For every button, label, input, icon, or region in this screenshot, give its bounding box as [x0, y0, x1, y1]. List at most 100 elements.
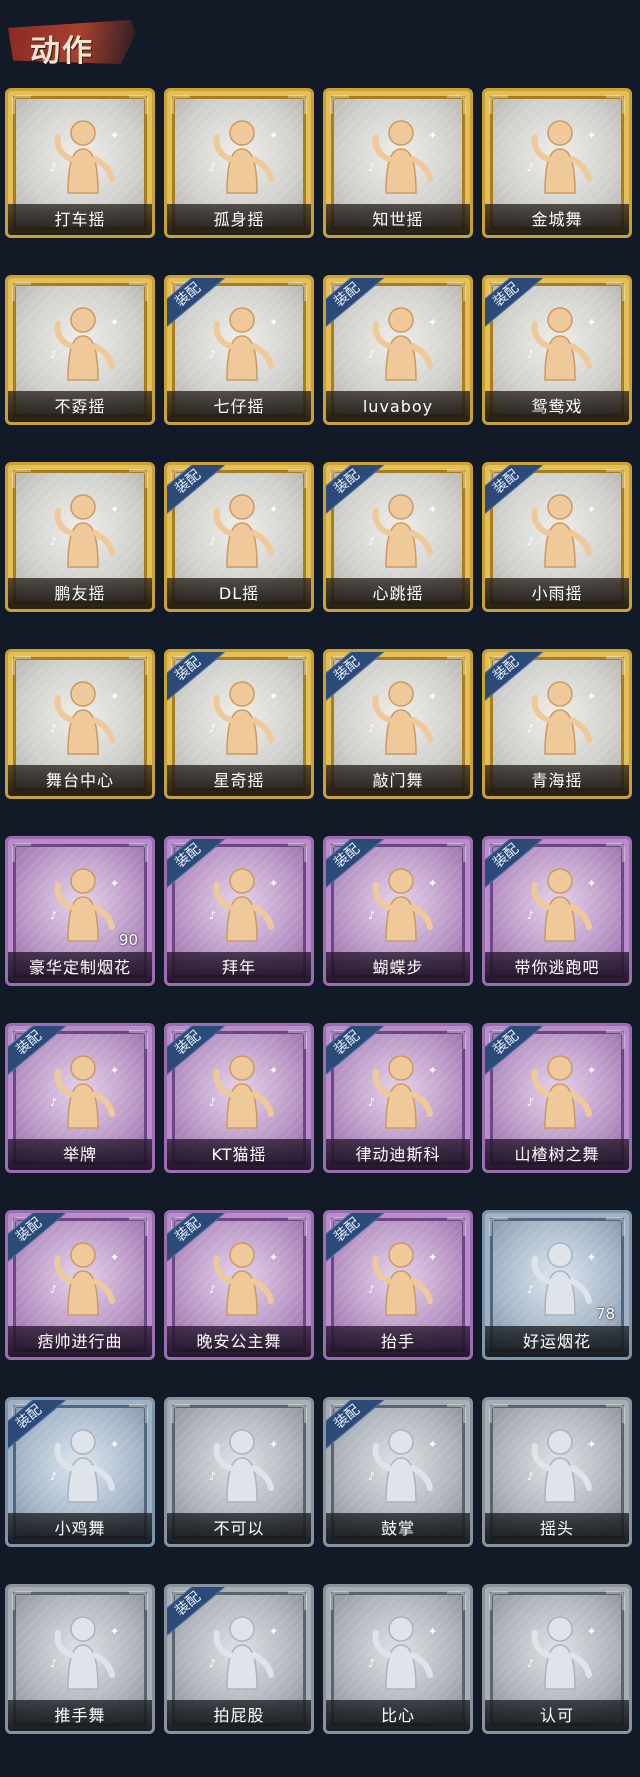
emote-label: 敲门舞: [326, 765, 470, 796]
emote-label: 带你逃跑吧: [485, 952, 629, 983]
frame-corner-ornament: [288, 1591, 307, 1610]
emote-card[interactable]: ♪ ✦ 装配 星奇摇: [164, 649, 314, 799]
emote-card[interactable]: ♪ ✦ 舞台中心: [5, 649, 155, 799]
emote-card[interactable]: ♪ ✦ 装配 山楂树之舞: [482, 1023, 632, 1173]
emote-card[interactable]: ♪ ✦ 装配 鼓掌: [323, 1397, 473, 1547]
svg-text:♪: ♪: [368, 1657, 375, 1670]
emote-card[interactable]: ♪ ✦ 金城舞: [482, 88, 632, 238]
emote-card[interactable]: ♪ ✦ 不可以: [164, 1397, 314, 1547]
raise-hand-icon: ♪ ✦: [356, 1231, 446, 1321]
frame-corner-ornament: [447, 1404, 466, 1423]
emote-card[interactable]: ♪ ✦ 装配 拜年: [164, 836, 314, 986]
frame-corner-ornament: [447, 1591, 466, 1610]
emote-card[interactable]: ♪ ✦ 装配 举牌: [5, 1023, 155, 1173]
emote-card[interactable]: ♪ ✦ 装配 青海摇: [482, 649, 632, 799]
dance-figure-icon: ♪ ✦: [38, 483, 128, 573]
emote-card[interactable]: ♪ ✦ 装配 敲门舞: [323, 649, 473, 799]
emote-card[interactable]: ♪ ✦ 装配 拍屁股: [164, 1584, 314, 1734]
emote-label: 豪华定制烟花: [8, 952, 152, 983]
svg-text:♪: ♪: [50, 1283, 57, 1296]
frame-corner-ornament: [171, 1404, 190, 1423]
frame-corner-ornament: [606, 1591, 625, 1610]
sign-board-icon: ♪ ✦: [38, 1044, 128, 1134]
frame-corner-ornament: [606, 469, 625, 488]
svg-text:✦: ✦: [269, 1064, 278, 1077]
emote-card[interactable]: ♪ ✦ 比心: [323, 1584, 473, 1734]
dance-figure-icon: ♪ ✦: [38, 1231, 128, 1321]
emote-card[interactable]: ♪ ✦ 认可: [482, 1584, 632, 1734]
dance-figure-icon: ♪ ✦: [515, 109, 605, 199]
svg-text:✦: ✦: [269, 690, 278, 703]
emote-card[interactable]: ♪ ✦ 90 豪华定制烟花: [5, 836, 155, 986]
emote-card[interactable]: ♪ ✦ 装配 小雨摇: [482, 462, 632, 612]
emote-card[interactable]: ♪ ✦ 鹏友摇: [5, 462, 155, 612]
emote-card[interactable]: ♪ ✦ 摇头: [482, 1397, 632, 1547]
frame-corner-ornament: [447, 469, 466, 488]
svg-text:♪: ♪: [50, 1657, 57, 1670]
emote-card[interactable]: ♪ ✦ 装配 带你逃跑吧: [482, 836, 632, 986]
dance-figure-icon: ♪ ✦: [356, 109, 446, 199]
svg-text:♪: ♪: [209, 722, 216, 735]
item-count: 78: [595, 1305, 615, 1323]
svg-text:✦: ✦: [428, 1625, 437, 1638]
svg-text:✦: ✦: [110, 877, 119, 890]
emote-card[interactable]: ♪ ✦ 装配 抬手: [323, 1210, 473, 1360]
svg-text:♪: ♪: [527, 1283, 534, 1296]
emote-label: KT猫摇: [167, 1139, 311, 1170]
frame-corner-ornament: [606, 1030, 625, 1049]
frame-corner-ornament: [129, 843, 148, 862]
emote-label: 推手舞: [8, 1700, 152, 1731]
svg-text:♪: ♪: [368, 1096, 375, 1109]
svg-text:♪: ♪: [50, 909, 57, 922]
emote-card[interactable]: ♪ ✦ 78 好运烟花: [482, 1210, 632, 1360]
svg-text:♪: ♪: [527, 909, 534, 922]
svg-text:✦: ✦: [110, 1064, 119, 1077]
emote-card[interactable]: ♪ ✦ 装配 痞帅进行曲: [5, 1210, 155, 1360]
emote-card[interactable]: ♪ ✦ 装配 DL摇: [164, 462, 314, 612]
svg-text:♪: ♪: [50, 535, 57, 548]
dance-figure-icon: ♪ ✦: [38, 296, 128, 386]
svg-text:♪: ♪: [527, 1657, 534, 1670]
emote-label: luvaboy: [326, 391, 470, 422]
svg-text:♪: ♪: [209, 535, 216, 548]
emote-card[interactable]: ♪ ✦ 装配 晚安公主舞: [164, 1210, 314, 1360]
emote-card[interactable]: ♪ ✦ 装配 小鸡舞: [5, 1397, 155, 1547]
svg-text:♪: ♪: [368, 1470, 375, 1483]
emote-card[interactable]: ♪ ✦ 推手舞: [5, 1584, 155, 1734]
frame-corner-ornament: [129, 656, 148, 675]
emote-card[interactable]: ♪ ✦ 孤身摇: [164, 88, 314, 238]
emote-label: 知世摇: [326, 204, 470, 235]
emote-card[interactable]: ♪ ✦ 装配 鸳鸯戏: [482, 275, 632, 425]
frame-corner-ornament: [447, 1030, 466, 1049]
emote-card[interactable]: ♪ ✦ 装配 心跳摇: [323, 462, 473, 612]
emote-grid: ♪ ✦ 打车摇 ♪ ✦ 孤身摇 ♪ ✦ 知世摇 ♪ ✦ 金城舞 ♪ ✦ 不孬摇 ♪ ✦ 装配 七仔摇 ♪ ✦ 装配 luva…: [5, 88, 639, 1734]
emote-card[interactable]: ♪ ✦ 装配 蝴蝶步: [323, 836, 473, 986]
svg-text:✦: ✦: [269, 877, 278, 890]
firework-box-icon: ♪ ✦: [38, 857, 128, 947]
emote-card[interactable]: ♪ ✦ 不孬摇: [5, 275, 155, 425]
emote-card[interactable]: ♪ ✦ 装配 律动迪斯科: [323, 1023, 473, 1173]
frame-corner-ornament: [606, 843, 625, 862]
emote-card[interactable]: ♪ ✦ 装配 luvaboy: [323, 275, 473, 425]
svg-text:✦: ✦: [428, 316, 437, 329]
emote-label: 律动迪斯科: [326, 1139, 470, 1170]
svg-text:✦: ✦: [110, 1251, 119, 1264]
frame-corner-ornament: [288, 95, 307, 114]
svg-text:✦: ✦: [110, 1438, 119, 1451]
emote-label: 星奇摇: [167, 765, 311, 796]
dance-figure-icon: ♪ ✦: [515, 857, 605, 947]
emote-label: 鸳鸯戏: [485, 391, 629, 422]
emote-label: 心跳摇: [326, 578, 470, 609]
emote-card[interactable]: ♪ ✦ 装配 KT猫摇: [164, 1023, 314, 1173]
emote-card[interactable]: ♪ ✦ 知世摇: [323, 88, 473, 238]
emote-card[interactable]: ♪ ✦ 打车摇: [5, 88, 155, 238]
frame-corner-ornament: [129, 1404, 148, 1423]
svg-text:✦: ✦: [587, 1064, 596, 1077]
dance-figure-icon: ♪ ✦: [515, 1044, 605, 1134]
frame-corner-ornament: [447, 95, 466, 114]
dance-figure-icon: ♪ ✦: [197, 1605, 287, 1695]
emote-page: 动作 ♪ ✦ 打车摇 ♪ ✦ 孤身摇 ♪ ✦ 知世摇 ♪ ✦ 金城舞 ♪ ✦ 不孬摇 ♪ ✦ 装配 七仔摇 ♪ ✦ 装配 l…: [0, 0, 640, 1777]
frame-corner-ornament: [129, 469, 148, 488]
section-title: 动作: [30, 34, 94, 69]
emote-card[interactable]: ♪ ✦ 装配 七仔摇: [164, 275, 314, 425]
